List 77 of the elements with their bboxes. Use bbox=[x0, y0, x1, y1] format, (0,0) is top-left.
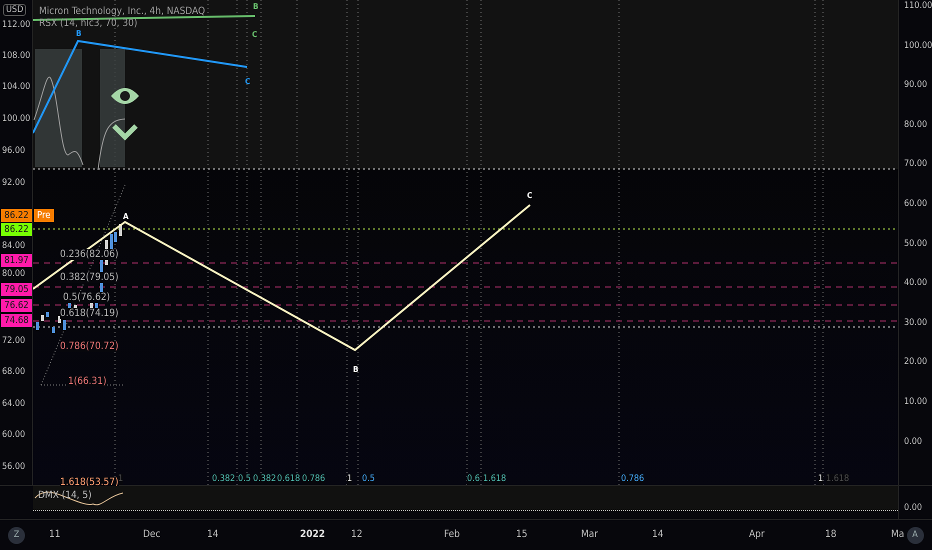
time-fib-label: 0.5 bbox=[238, 474, 251, 485]
price-tick: 72.00 bbox=[2, 336, 26, 346]
time-fib-label: 1.618 bbox=[483, 474, 506, 485]
time-fib-label: 0.5 bbox=[362, 474, 375, 485]
value-tick: 40.00 bbox=[904, 278, 928, 288]
time-fib-label: 1 bbox=[347, 474, 352, 485]
price-tick: 68.00 bbox=[2, 367, 26, 377]
time-fib-label: 0.618 bbox=[277, 474, 300, 485]
price-tick: 64.00 bbox=[2, 399, 26, 409]
auto-scale-button[interactable]: A bbox=[906, 526, 924, 544]
value-tick: 60.00 bbox=[904, 199, 928, 209]
price-tick: 104.00 bbox=[2, 82, 30, 92]
time-label: 14 bbox=[652, 529, 664, 540]
time-label: Ma bbox=[891, 529, 904, 540]
price-tick: 108.00 bbox=[2, 51, 30, 61]
price-badge: 74.68 bbox=[1, 314, 32, 327]
time-fib-label: 0.382 bbox=[212, 474, 236, 485]
value-tick: 110.00 bbox=[904, 1, 932, 11]
time-label: 12 bbox=[351, 529, 362, 540]
wave-label: B bbox=[353, 365, 358, 374]
time-fib-label: 1 bbox=[818, 474, 824, 485]
price-tick: 80.00 bbox=[2, 269, 26, 279]
time-label: 14 bbox=[207, 529, 218, 540]
price-tick: 100.00 bbox=[2, 114, 30, 124]
value-tick: 90.00 bbox=[904, 80, 928, 90]
time-label: 11 bbox=[49, 529, 60, 540]
currency-label: USD bbox=[3, 4, 26, 16]
price-badge: 79.05 bbox=[1, 283, 32, 296]
value-tick: 100.00 bbox=[904, 40, 932, 51]
fib-level-label: 0.786(70.72) bbox=[60, 341, 119, 352]
price-tick: 84.00 bbox=[2, 241, 26, 251]
chart-title: Micron Technology, Inc., 4h, NASDAQ bbox=[39, 6, 206, 17]
time-fib-label: 0.786 bbox=[302, 474, 326, 485]
time-label: Mar bbox=[581, 529, 598, 540]
fib-level-label: 0.236(82.06) bbox=[60, 249, 119, 260]
value-tick: 50.00 bbox=[904, 238, 928, 249]
fib-level-label: 0.618(74.19) bbox=[60, 308, 119, 319]
value-tick: 70.00 bbox=[904, 159, 928, 170]
time-label: 2022 bbox=[300, 529, 326, 540]
fib-level-label: 0.382(79.05) bbox=[60, 272, 119, 283]
fib-level-label: 1(66.31) bbox=[68, 376, 106, 387]
price-tick: 60.00 bbox=[2, 430, 26, 440]
time-fib-label: 0.786 bbox=[621, 474, 644, 485]
zoom-button[interactable]: Z bbox=[8, 526, 25, 544]
wave-label: B bbox=[76, 29, 82, 38]
indicator-label: DMX (14, 5) bbox=[38, 490, 92, 501]
value-tick: 0.00 bbox=[904, 436, 922, 447]
value-tick: 10.00 bbox=[904, 397, 928, 407]
wave-label: C bbox=[245, 77, 250, 86]
fib-level-label: 0.5(76.62) bbox=[63, 292, 110, 303]
price-badge: 76.62 bbox=[1, 299, 32, 312]
value-tick: 20.00 bbox=[904, 357, 928, 368]
price-badge: 81.97 bbox=[1, 254, 32, 267]
time-fib-label: 1.618 bbox=[826, 474, 850, 485]
price-badge: 86.22 bbox=[1, 223, 32, 236]
price-tick: 112.00 bbox=[2, 20, 30, 30]
time-label: Apr bbox=[749, 529, 765, 540]
time-fib-label: 0.6 bbox=[467, 474, 480, 485]
time-label: 18 bbox=[825, 529, 836, 540]
time-fib-label: 0.382 bbox=[253, 474, 276, 485]
time-label: Feb bbox=[444, 529, 460, 540]
value-tick: 0.00 bbox=[904, 503, 922, 513]
wave-label: A bbox=[123, 212, 129, 221]
value-tick: 30.00 bbox=[904, 318, 928, 328]
price-badge: 86.22 bbox=[1, 209, 32, 222]
wave-label: C bbox=[252, 30, 258, 39]
indicator-label: RSX (14, hlc3, 70, 30) bbox=[39, 18, 138, 29]
price-tick: 56.00 bbox=[2, 462, 26, 472]
session-badge: Pre bbox=[34, 209, 54, 222]
price-tick: 96.00 bbox=[2, 146, 26, 156]
wave-label: C bbox=[527, 191, 532, 200]
value-tick: 80.00 bbox=[904, 120, 928, 130]
wave-label: B bbox=[253, 2, 258, 11]
time-label: 15 bbox=[516, 529, 528, 540]
time-label: Dec bbox=[143, 529, 160, 540]
price-tick: 92.00 bbox=[2, 178, 26, 188]
time-fib-label: 1 bbox=[118, 474, 124, 485]
